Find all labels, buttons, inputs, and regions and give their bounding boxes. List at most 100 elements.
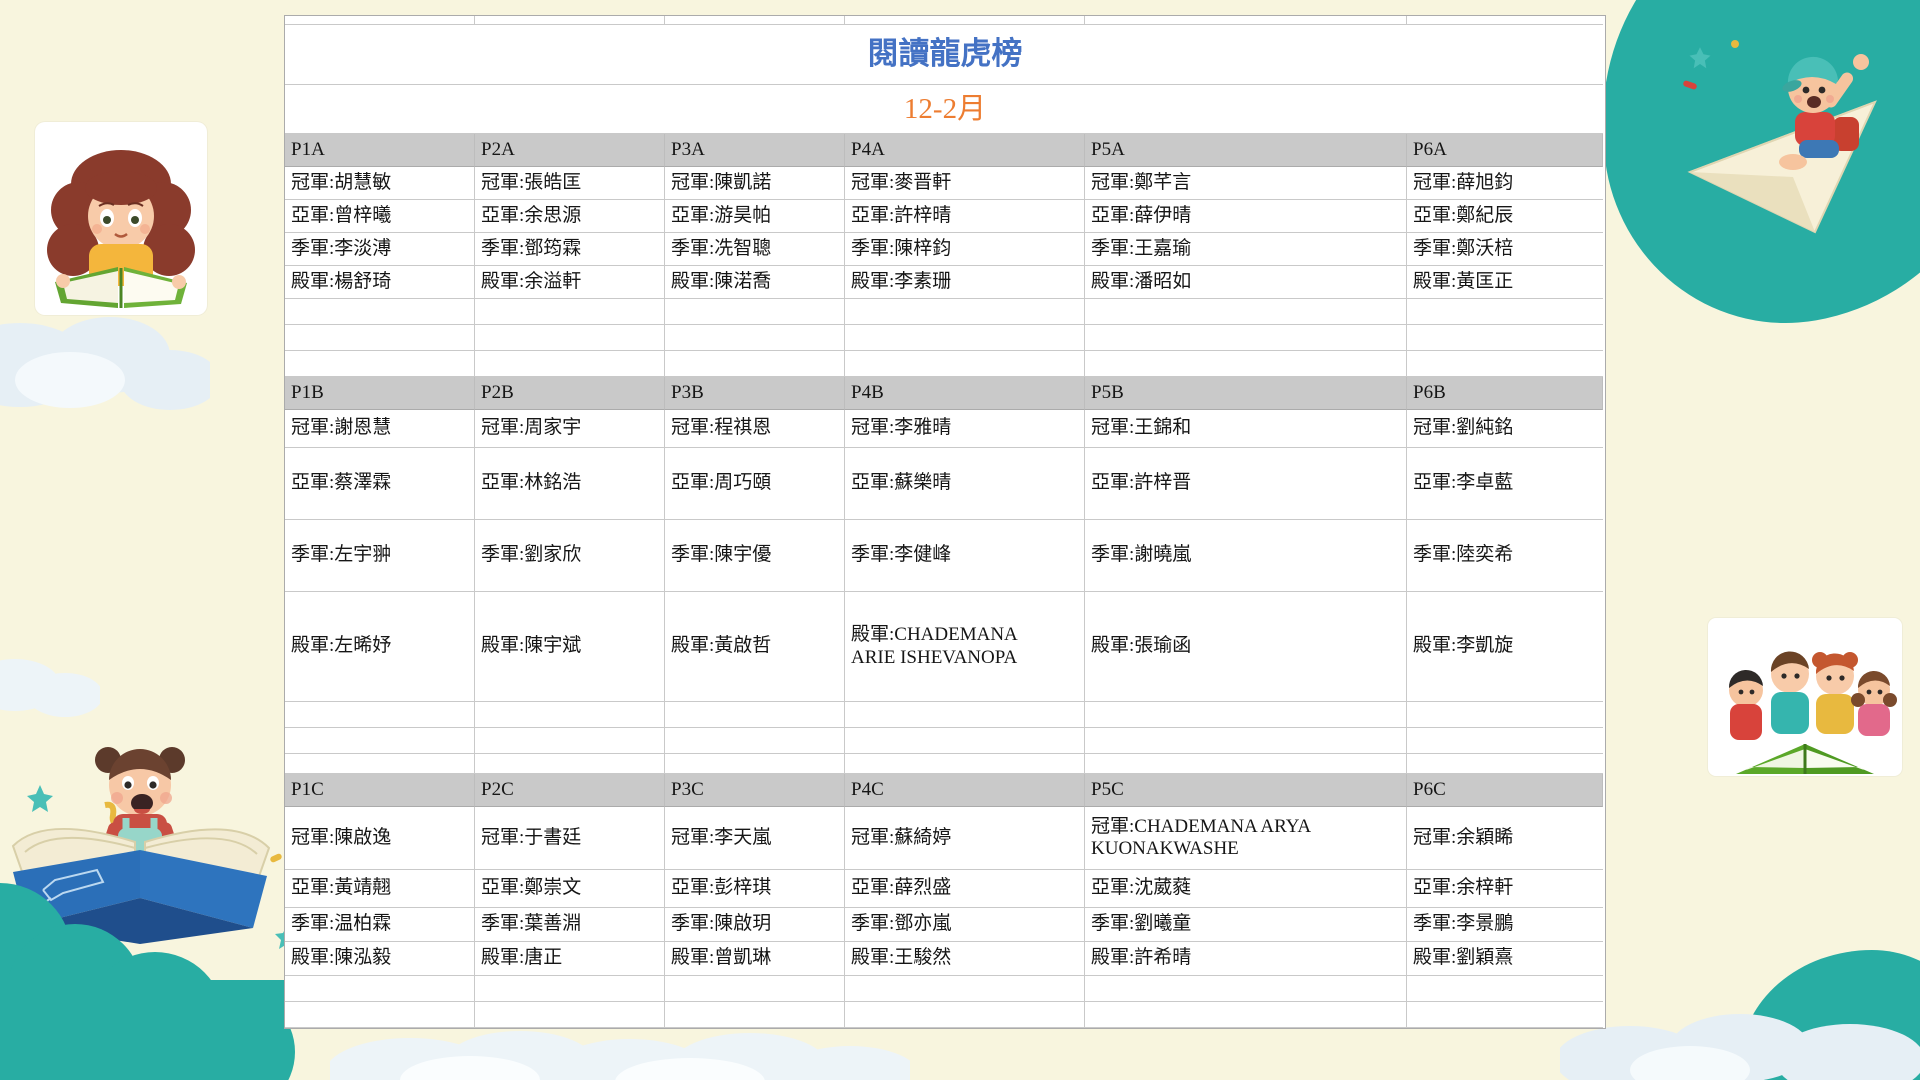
result-cell-p6c-third: 季軍:李景鵬 xyxy=(1407,908,1603,942)
result-cell-p6c-champion: 冠軍:余穎睎 xyxy=(1407,807,1603,870)
kids-reading-illustration xyxy=(1708,618,1902,776)
section-b-champion-row: 冠軍:謝恩慧 冠軍:周家宇 冠軍:程祺恩 冠軍:李雅晴 冠軍:王錦和 冠軍:劉純… xyxy=(285,410,1605,448)
result-cell-p1c-third: 季軍:温柏霖 xyxy=(285,908,475,942)
empty-cell xyxy=(1407,16,1603,25)
section-c-runnerup-row: 亞軍:黃靖翹 亞軍:鄭崇文 亞軍:彭梓琪 亞軍:薛烈盛 亞軍:沈葳蕤 亞軍:余梓… xyxy=(285,870,1605,908)
empty-cell xyxy=(285,325,475,351)
result-cell-p1a-runnerup: 亞軍:曾梓曦 xyxy=(285,200,475,233)
kid-2 xyxy=(1771,651,1809,734)
girl-on-book-illustration xyxy=(0,730,300,1080)
empty-row xyxy=(285,754,1605,774)
empty-cell xyxy=(475,728,665,754)
result-cell-p5c-champion: 冠軍:CHADEMANA ARYA KUONAKWASHE xyxy=(1085,807,1407,870)
empty-cell xyxy=(475,16,665,25)
empty-cell xyxy=(475,1002,665,1028)
result-cell-p6c-fourth: 殿軍:劉穎熹 xyxy=(1407,942,1603,976)
class-header-p6c: P6C xyxy=(1407,774,1603,807)
class-header-p1a: P1A xyxy=(285,134,475,167)
empty-cell xyxy=(285,16,475,25)
class-header-p6a: P6A xyxy=(1407,134,1603,167)
class-header-p6b: P6B xyxy=(1407,377,1603,410)
result-cell-p4a-champion: 冠軍:麥晋軒 xyxy=(845,167,1085,200)
empty-cell xyxy=(475,325,665,351)
class-header-p5a: P5A xyxy=(1085,134,1407,167)
result-cell-p5b-fourth: 殿軍:張瑜函 xyxy=(1085,592,1407,702)
result-cell-p5c-third: 季軍:劉曦童 xyxy=(1085,908,1407,942)
result-cell-p6b-champion: 冠軍:劉純銘 xyxy=(1407,410,1603,448)
section-b-third-row: 季軍:左宇翀 季軍:劉家欣 季軍:陳宇優 季軍:李健峰 季軍:謝曉嵐 季軍:陸奕… xyxy=(285,520,1605,592)
result-cell-p4a-runnerup: 亞軍:許梓晴 xyxy=(845,200,1085,233)
empty-cell xyxy=(475,299,665,325)
result-cell-p5c-runnerup: 亞軍:沈葳蕤 xyxy=(1085,870,1407,908)
empty-cell xyxy=(845,702,1085,728)
class-header-p2b: P2B xyxy=(475,377,665,410)
result-cell-p2c-fourth: 殿軍:唐正 xyxy=(475,942,665,976)
result-cell-p4b-fourth: 殿軍:CHADEMANA ARIE ISHEVANOPA xyxy=(845,592,1085,702)
section-a-champion-row: 冠軍:胡慧敏 冠軍:張皓匡 冠軍:陳凱諾 冠軍:麥晋軒 冠軍:鄭芊言 冠軍:薛旭… xyxy=(285,167,1605,200)
result-cell-p6a-runnerup: 亞軍:鄭紀辰 xyxy=(1407,200,1603,233)
result-cell-p6a-champion: 冠軍:薛旭鈞 xyxy=(1407,167,1603,200)
empty-cell xyxy=(665,299,845,325)
empty-row xyxy=(285,351,1605,377)
result-cell-p6a-third: 季軍:鄭沃棓 xyxy=(1407,233,1603,266)
result-cell-p1b-fourth: 殿軍:左晞妤 xyxy=(285,592,475,702)
empty-cell xyxy=(845,351,1085,377)
result-cell-p5a-fourth: 殿軍:潘昭如 xyxy=(1085,266,1407,299)
result-cell-p5a-third: 季軍:王嘉瑜 xyxy=(1085,233,1407,266)
result-cell-p1a-champion: 冠軍:胡慧敏 xyxy=(285,167,475,200)
section-c-champion-row: 冠軍:陳啟逸 冠軍:于書廷 冠軍:李天嵐 冠軍:蘇綺婷 冠軍:CHADEMANA… xyxy=(285,807,1605,870)
section-c-header-row: P1C P2C P3C P4C P5C P6C xyxy=(285,774,1605,807)
empty-cell xyxy=(1407,754,1603,774)
empty-cell xyxy=(845,754,1085,774)
result-cell-p3c-fourth: 殿軍:曾凱琳 xyxy=(665,942,845,976)
empty-row xyxy=(285,325,1605,351)
empty-cell xyxy=(845,976,1085,1002)
empty-cell xyxy=(1085,1002,1407,1028)
empty-row xyxy=(285,299,1605,325)
empty-cell xyxy=(285,728,475,754)
result-cell-p3a-champion: 冠軍:陳凱諾 xyxy=(665,167,845,200)
result-cell-p3a-fourth: 殿軍:陳渃喬 xyxy=(665,266,845,299)
empty-cell xyxy=(665,976,845,1002)
class-header-p2a: P2A xyxy=(475,134,665,167)
section-a-header-row: P1A P2A P3A P4A P5A P6A xyxy=(285,134,1605,167)
result-cell-p3c-runnerup: 亞軍:彭梓琪 xyxy=(665,870,845,908)
result-cell-p6b-third: 季軍:陸奕希 xyxy=(1407,520,1603,592)
empty-cell xyxy=(285,754,475,774)
result-cell-p5a-runnerup: 亞軍:薛伊晴 xyxy=(1085,200,1407,233)
result-cell-p3a-third: 季軍:冼智聰 xyxy=(665,233,845,266)
empty-cell xyxy=(1407,702,1603,728)
page-title: 閱讀龍虎榜 xyxy=(285,25,1603,85)
empty-row xyxy=(285,976,1605,1002)
result-cell-p1c-champion: 冠軍:陳啟逸 xyxy=(285,807,475,870)
result-cell-p1b-runnerup: 亞軍:蔡澤霖 xyxy=(285,448,475,520)
result-cell-p6b-fourth: 殿軍:李凱旋 xyxy=(1407,592,1603,702)
class-header-p5b: P5B xyxy=(1085,377,1407,410)
empty-cell xyxy=(665,351,845,377)
result-cell-p4a-third: 季軍:陳梓鈞 xyxy=(845,233,1085,266)
section-c-third-row: 季軍:温柏霖 季軍:葉善淵 季軍:陳啟玥 季軍:鄧亦嵐 季軍:劉曦童 季軍:李景… xyxy=(285,908,1605,942)
table-top-sliver-row xyxy=(285,16,1605,25)
result-cell-p4c-runnerup: 亞軍:薛烈盛 xyxy=(845,870,1085,908)
empty-cell xyxy=(1085,728,1407,754)
empty-cell xyxy=(285,1002,475,1028)
empty-cell xyxy=(665,325,845,351)
class-header-p3b: P3B xyxy=(665,377,845,410)
result-cell-p1b-champion: 冠軍:謝恩慧 xyxy=(285,410,475,448)
result-cell-p2c-champion: 冠軍:于書廷 xyxy=(475,807,665,870)
empty-cell xyxy=(475,976,665,1002)
kid-4 xyxy=(1851,671,1897,736)
page: 閱讀龍虎榜 12-2月 P1A P2A P3A P4A P5A P6A 冠軍:胡… xyxy=(0,0,1920,1080)
section-a-runnerup-row: 亞軍:曾梓曦 亞軍:余思源 亞軍:游昊帕 亞軍:許梓晴 亞軍:薛伊晴 亞軍:鄭紀… xyxy=(285,200,1605,233)
class-header-p4a: P4A xyxy=(845,134,1085,167)
empty-cell xyxy=(475,351,665,377)
result-cell-p5a-champion: 冠軍:鄭芊言 xyxy=(1085,167,1407,200)
result-cell-p2a-third: 季軍:鄧筠霖 xyxy=(475,233,665,266)
class-header-p3c: P3C xyxy=(665,774,845,807)
result-cell-p6b-runnerup: 亞軍:李卓藍 xyxy=(1407,448,1603,520)
result-cell-p1b-third: 季軍:左宇翀 xyxy=(285,520,475,592)
empty-cell xyxy=(1407,728,1603,754)
result-cell-p5b-third: 季軍:謝曉嵐 xyxy=(1085,520,1407,592)
green-book xyxy=(1736,744,1874,774)
section-b-header-row: P1B P2B P3B P4B P5B P6B xyxy=(285,377,1605,410)
